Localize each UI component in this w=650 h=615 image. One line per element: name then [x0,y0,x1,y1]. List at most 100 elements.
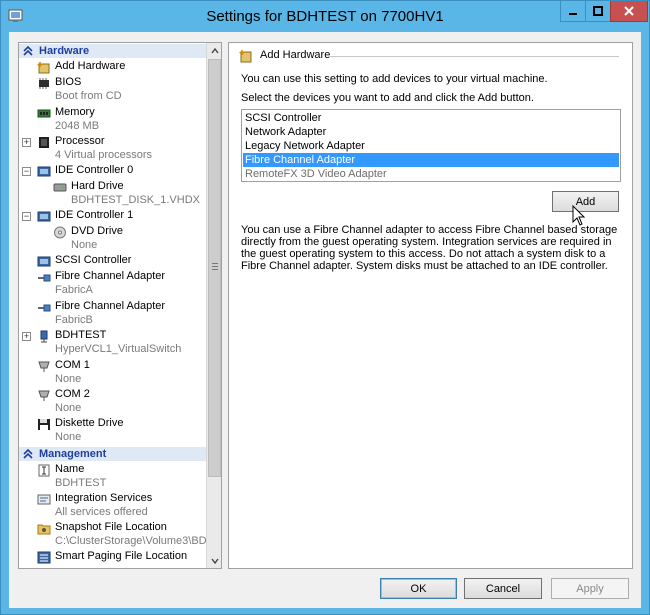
processor-icon [39,137,49,148]
tree-item-subtext: FabricA [55,284,93,296]
grip-icon [212,263,218,270]
scsi-controller-icon [37,256,51,267]
tree-item-network-adapter[interactable]: + BDHTEST HyperVCL1_VirtualSwitch [19,329,206,357]
ok-button[interactable]: OK [380,578,457,599]
tree-item-label: SCSI Controller [55,254,132,266]
ide-controller-icon [37,211,51,222]
chevron-up-icon [210,47,219,53]
device-option-remotefx-adapter: RemoteFX 3D Video Adapter [245,168,387,180]
device-listbox[interactable]: SCSI Controller Network Adapter Legacy N… [241,109,621,182]
tree-item-fibre-channel-b[interactable]: Fibre Channel Adapter FabricB [19,300,206,328]
close-icon [624,6,634,16]
minimize-button[interactable] [560,1,586,22]
tree-item-label: Fibre Channel Adapter [55,300,166,312]
tree-item-diskette-drive[interactable]: Diskette Drive None [19,417,206,445]
tree-item-subtext: None [55,431,82,443]
tree-item-bios[interactable]: BIOS Boot from CD [19,76,206,104]
tree-item-fibre-channel-a[interactable]: Fibre Channel Adapter FabricA [19,270,206,298]
tree-item-snapshot-location[interactable]: Snapshot File Location C:\ClusterStorage… [19,521,206,549]
apply-button[interactable]: Apply [551,578,629,599]
instruction-text: Select the devices you want to add and c… [241,92,534,104]
device-option-scsi-controller[interactable]: SCSI Controller [243,111,619,125]
collapse-icon[interactable]: − [22,212,31,221]
tree-item-label: DVD Drive [71,225,123,237]
com-port-icon [38,390,50,401]
ide-controller-icon [37,166,51,177]
tree-item-subtext: None [71,239,98,251]
bios-chip-icon [39,78,49,89]
tree-item-label: Integration Services [55,492,153,504]
tree-item-subtext: All services offered [55,506,148,518]
chevron-down-icon [210,558,219,564]
management-section-header[interactable]: Management [19,447,206,461]
tree-item-name[interactable]: Name BDHTEST [19,463,206,491]
tree-item-integration-services[interactable]: Integration Services All services offere… [19,492,206,520]
tree-item-label: Processor [55,135,105,147]
tree-item-label: COM 2 [55,388,90,400]
tree-item-label: IDE Controller 0 [55,164,134,176]
tree-item-ide-controller-1[interactable]: − IDE Controller 1 [19,209,206,225]
tree-item-com-1[interactable]: COM 1 None [19,359,206,387]
tree-item-label: COM 1 [55,359,90,371]
tree-item-label: Fibre Channel Adapter [55,270,166,282]
expand-icon[interactable]: + [22,332,31,341]
settings-window: Settings for BDHTEST on 7700HV1 Hardware… [0,0,650,615]
close-button[interactable] [610,1,648,22]
tree-item-label: Diskette Drive [55,417,124,429]
tree-item-memory[interactable]: Memory 2048 MB [19,106,206,134]
device-description: You can use a Fibre Channel adapter to a… [241,224,618,272]
device-option-network-adapter[interactable]: Network Adapter [243,125,619,139]
cancel-button[interactable]: Cancel [464,578,542,599]
tree-item-hard-drive[interactable]: Hard Drive BDHTEST_DISK_1.VHDX [19,180,206,208]
expand-icon[interactable]: + [22,138,31,147]
snapshot-folder-icon [37,524,51,535]
tree-item-label: Name [55,463,85,475]
floppy-disk-icon [38,419,50,430]
smart-paging-icon [37,551,51,564]
tree-item-label: Memory [55,106,95,118]
name-tag-icon [38,464,50,477]
hard-drive-icon [53,183,67,192]
collapse-chevron-icon [23,448,33,459]
device-option-fibre-channel-adapter[interactable]: Fibre Channel Adapter [243,153,619,167]
tree-item-subtext: 4 Virtual processors [55,149,153,161]
hardware-section-label: Hardware [39,45,90,57]
network-adapter-icon [40,330,48,343]
hardware-section-header[interactable]: Hardware [19,44,206,58]
tree-item-subtext: HyperVCL1_VirtualSwitch [55,343,182,355]
tree-item-subtext: 2048 MB [55,120,100,132]
tree-item-ide-controller-0[interactable]: − IDE Controller 0 [19,164,206,180]
collapse-icon[interactable]: − [22,167,31,176]
maximize-button[interactable] [585,1,611,22]
tree-item-dvd-drive[interactable]: DVD Drive None [19,225,206,253]
add-hardware-icon [37,62,50,74]
tree-item-subtext: None [55,373,82,385]
title-divider [329,56,619,57]
tree-item-subtext: C:\ClusterStorage\Volume3\BD... [55,535,206,547]
add-hardware-icon [239,50,252,63]
tree-item-label: IDE Controller 1 [55,209,134,221]
settings-tree[interactable]: Hardware Add Hardware BIOS Boot from CD … [18,42,222,569]
tree-item-add-hardware[interactable]: Add Hardware [19,60,206,76]
panel-title: Add Hardware [260,49,331,61]
detail-panel: Add Hardware You can use this setting to… [228,42,633,569]
tree-item-scsi-controller[interactable]: SCSI Controller [19,254,206,270]
tree-item-label: BDHTEST [55,329,107,341]
tree-item-processor[interactable]: + Processor 4 Virtual processors [19,135,206,163]
tree-scrollbar[interactable] [206,43,221,568]
maximize-icon [593,6,603,16]
management-section-label: Management [39,448,107,460]
com-port-icon [38,361,50,372]
fibre-channel-icon [38,274,51,282]
tree-item-smart-paging-location[interactable]: Smart Paging File Location [19,550,206,568]
window-title: Settings for BDHTEST on 7700HV1 [206,8,444,25]
tree-item-com-2[interactable]: COM 2 None [19,388,206,416]
device-option-legacy-network-adapter[interactable]: Legacy Network Adapter [243,139,619,153]
tree-item-subtext: Boot from CD [55,90,122,102]
scroll-down-button[interactable] [207,553,221,568]
intro-text: You can use this setting to add devices … [241,73,548,85]
scroll-up-button[interactable] [207,43,221,58]
scrollbar-thumb[interactable] [208,59,221,477]
title-bar[interactable]: Settings for BDHTEST on 7700HV1 [1,1,649,32]
tree-item-subtext: BDHTEST_DISK_1.VHDX [71,194,200,206]
